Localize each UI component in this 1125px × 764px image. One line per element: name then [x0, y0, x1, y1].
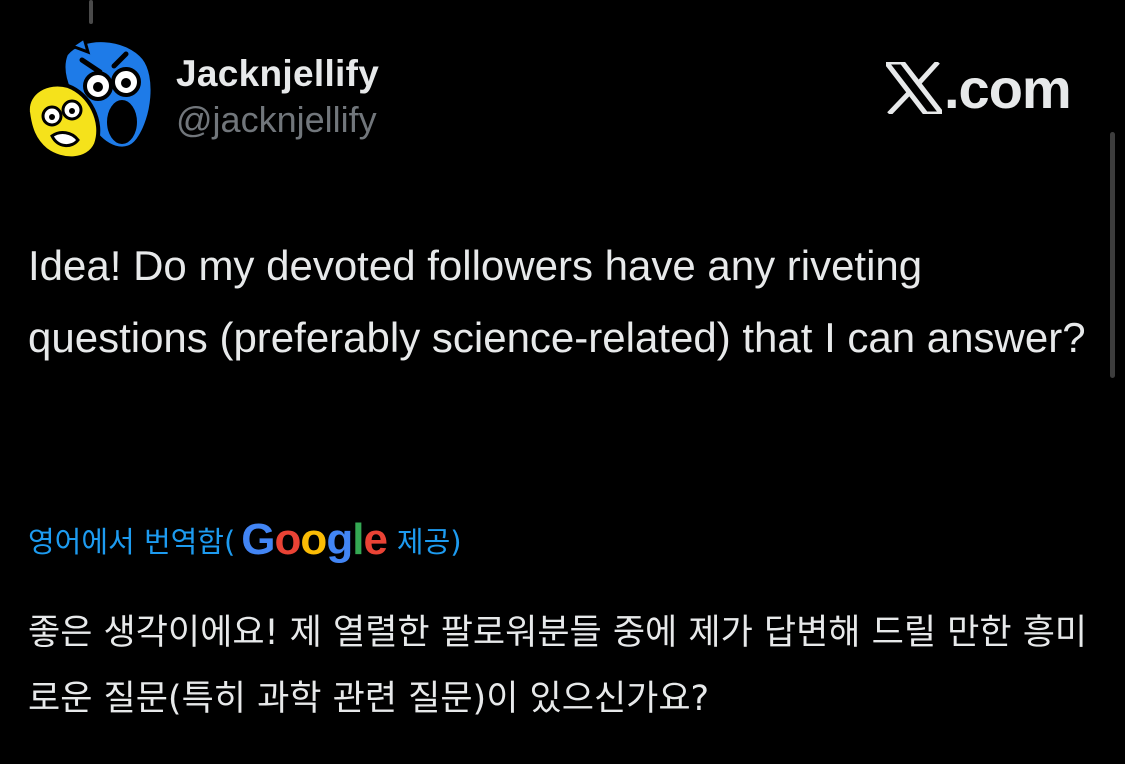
translation-prefix: 영어에서 번역함(: [28, 525, 236, 559]
translation-suffix: 제공): [396, 525, 462, 559]
google-letter: l: [352, 515, 364, 564]
thread-connector-line: [89, 0, 93, 24]
google-logo: Google: [241, 512, 388, 568]
google-letter: G: [241, 515, 275, 564]
scrollbar[interactable]: [1110, 132, 1115, 378]
avatar[interactable]: [22, 35, 156, 166]
two-cartoon-faces-avatar-icon: [25, 35, 155, 161]
brand-suffix: .com: [944, 56, 1072, 120]
x-logo-icon: [886, 62, 942, 114]
google-letter: o: [274, 515, 302, 564]
google-letter: e: [363, 515, 388, 564]
google-letter: g: [326, 515, 353, 564]
tweet-text: Idea! Do my devoted followers have any r…: [28, 242, 1086, 361]
translated-tweet-text: 좋은 생각이에요! 제 열렬한 팔로워분들 중에 제가 답변해 드릴 만한 흥미…: [28, 613, 1088, 719]
author-display-name[interactable]: Jacknjellify: [176, 52, 379, 96]
google-letter: o: [300, 515, 327, 564]
author-info: Jacknjellify @jacknjellify: [176, 52, 379, 142]
author-handle[interactable]: @jacknjellify: [176, 98, 379, 142]
x-com-watermark: .com: [886, 56, 1072, 120]
translation-attribution[interactable]: 영어에서 번역함( Google 제공): [28, 512, 462, 568]
